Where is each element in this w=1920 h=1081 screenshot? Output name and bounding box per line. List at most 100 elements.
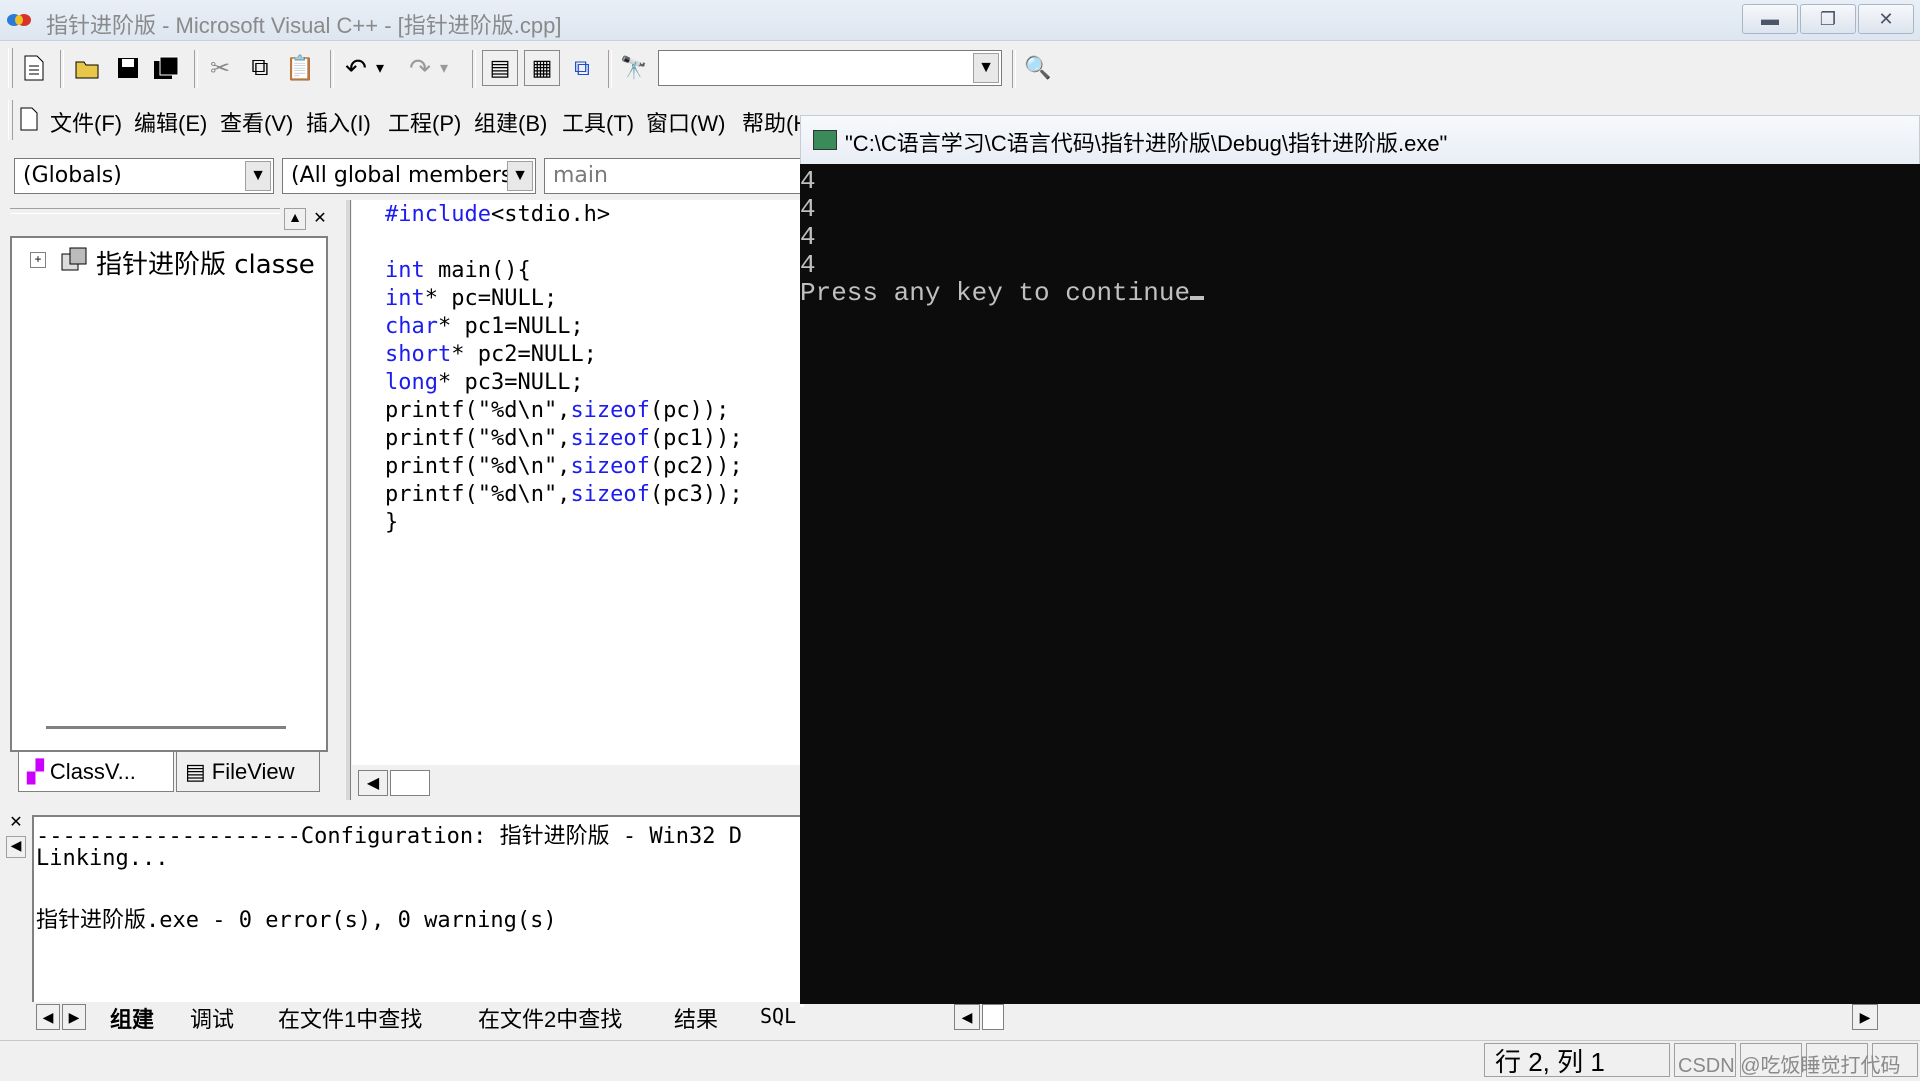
toolbar-separator — [472, 50, 476, 88]
classes-icon — [60, 246, 88, 277]
panel-maximize-button[interactable]: ▲ — [284, 208, 306, 230]
console-line-4: 4 — [800, 250, 816, 280]
menu-edit[interactable]: 编辑(E) — [134, 106, 207, 138]
paste-button[interactable]: 📋 — [282, 50, 318, 86]
workspace-button[interactable]: ▤ — [482, 50, 518, 86]
chevron-down-icon[interactable]: ▼ — [245, 161, 271, 191]
find-button[interactable]: 🔍 — [1020, 50, 1056, 86]
tab-classview-label: ClassV... — [49, 758, 136, 784]
close-icon: ✕ — [1878, 8, 1894, 29]
standard-toolbar: ✂ ⧉ 📋 ↶ ▾ ↷ ▾ ▤ ▦ ⧉ 🔭 ▼ 🔍 — [0, 44, 1920, 94]
scroll-right-icon[interactable]: ▶ — [1852, 1004, 1878, 1030]
menu-window[interactable]: 窗口(W) — [646, 106, 725, 138]
output-line-4: 指针进阶版.exe - 0 error(s), 0 warning(s) — [36, 908, 557, 933]
window-list-button[interactable]: ⧉ — [564, 50, 600, 86]
tab-build[interactable]: 组建 — [110, 1002, 154, 1032]
maximize-icon: ▲ — [288, 209, 302, 225]
save-disk-icon — [118, 58, 138, 78]
toolbar-grip[interactable] — [8, 48, 13, 88]
scroll-left-icon[interactable]: ◀ — [358, 770, 388, 796]
panel-close-button[interactable]: ✕ — [310, 208, 330, 228]
cut-button[interactable]: ✂ — [202, 50, 238, 86]
console-prompt-text: Press any key to continue — [800, 278, 1191, 308]
new-text-file-button[interactable] — [16, 50, 52, 86]
panel-grip[interactable] — [10, 208, 280, 214]
toolbar-separator — [608, 50, 612, 88]
tab-scroll-left-icon[interactable]: ◀ — [36, 1004, 60, 1030]
collapse-icon: ◀ — [10, 837, 22, 853]
redo-icon: ↷ — [409, 52, 431, 83]
output-window-button[interactable]: ▦ — [524, 50, 560, 86]
chevron-down-icon[interactable]: ▼ — [973, 53, 999, 83]
tab-sql-debugging[interactable]: SQL Debugging — [760, 1004, 800, 1028]
menu-tools[interactable]: 工具(T) — [562, 106, 634, 138]
console-app-icon — [813, 130, 837, 150]
menu-project[interactable]: 工程(P) — [388, 106, 461, 138]
code-line-10: printf("%d\n",sizeof(pc2)); — [385, 454, 743, 479]
members-combo[interactable]: (All global members ▼ — [282, 158, 536, 194]
class-view-panel: + 指针进阶版 classe — [10, 236, 328, 752]
classview-icon: ▞ — [27, 758, 44, 784]
scroll-thumb[interactable] — [390, 770, 430, 796]
scroll-left-icon[interactable]: ◀ — [954, 1004, 980, 1030]
output-scrollbar[interactable]: ◀ ▶ — [952, 1004, 1920, 1030]
find-combo[interactable]: ▼ — [658, 50, 1002, 86]
expand-icon[interactable]: + — [30, 252, 46, 268]
output-close-button[interactable]: ✕ — [6, 812, 26, 832]
code-line-11: printf("%d\n",sizeof(pc3)); — [385, 482, 743, 507]
close-icon: ✕ — [9, 814, 23, 831]
tab-find-in-files-2[interactable]: 在文件2中查找 — [478, 1002, 622, 1032]
dropdown-arrow-icon: ▾ — [439, 60, 449, 77]
chevron-down-icon[interactable]: ▼ — [507, 161, 533, 191]
scissors-icon: ✂ — [209, 54, 231, 82]
tab-classview[interactable]: ▞ ClassV... — [18, 752, 174, 792]
save-all-icon — [154, 56, 179, 79]
redo-button[interactable]: ↷ — [402, 50, 438, 86]
menu-build[interactable]: 组建(B) — [474, 106, 547, 138]
restore-button[interactable]: ❐ — [1800, 4, 1856, 34]
horizontal-scrollbar[interactable] — [46, 726, 286, 729]
code-line-1: #include<stdio.h> — [385, 202, 611, 227]
dropdown-arrow-icon: ▾ — [375, 60, 385, 77]
menu-file[interactable]: 文件(F) — [50, 106, 122, 138]
console-title: "C:\C语言学习\C语言代码\指针进阶版\Debug\指针进阶版.exe" — [845, 131, 1448, 156]
undo-button[interactable]: ↶ — [338, 50, 374, 86]
editor-scrollbar[interactable]: ◀ — [352, 768, 800, 798]
find-in-files-button[interactable]: 🔭 — [616, 50, 652, 86]
menu-insert[interactable]: 插入(I) — [306, 106, 371, 138]
save-all-button[interactable] — [148, 50, 184, 86]
scroll-thumb[interactable] — [982, 1004, 1004, 1030]
function-combo[interactable]: main — [544, 158, 800, 194]
undo-dropdown[interactable]: ▾ — [370, 50, 390, 86]
redo-dropdown[interactable]: ▾ — [434, 50, 454, 86]
tab-fileview-label: FileView — [211, 758, 295, 784]
open-button[interactable] — [70, 50, 106, 86]
close-button[interactable]: ✕ — [1858, 4, 1914, 34]
editor-border — [346, 200, 351, 800]
tab-scroll-right-icon[interactable]: ▶ — [62, 1004, 86, 1030]
new-file-icon — [24, 55, 44, 81]
minimize-icon: ▬ — [1761, 8, 1779, 29]
visual-cpp-logo-icon — [7, 14, 31, 26]
function-combo-value: main — [553, 163, 608, 188]
tab-find-in-files-1[interactable]: 在文件1中查找 — [278, 1002, 422, 1032]
toolbar-separator — [194, 50, 198, 88]
output-tabs: ◀ ▶ 组建 调试 在文件1中查找 在文件2中查找 结果 SQL Debuggi… — [30, 1002, 800, 1032]
paste-icon: 📋 — [285, 54, 315, 82]
tab-fileview[interactable]: ▤ FileView — [176, 752, 320, 792]
class-combo-value: (Globals) — [23, 163, 122, 188]
tab-results[interactable]: 结果 — [674, 1002, 718, 1032]
menu-view[interactable]: 查看(V) — [220, 106, 293, 138]
minimize-button[interactable]: ▬ — [1742, 4, 1798, 34]
fileview-icon: ▤ — [185, 758, 206, 784]
code-line-8: printf("%d\n",sizeof(pc)); — [385, 398, 730, 423]
tree-item-classes[interactable]: 指针进阶版 classe — [96, 244, 315, 281]
output-collapse-button[interactable]: ◀ — [6, 836, 26, 858]
menubar-grip[interactable] — [8, 100, 13, 140]
class-combo[interactable]: (Globals) ▼ — [14, 158, 274, 194]
copy-button[interactable]: ⧉ — [242, 50, 278, 86]
save-button[interactable] — [110, 50, 146, 86]
tab-debug[interactable]: 调试 — [190, 1002, 234, 1032]
menu-help[interactable]: 帮助(H — [742, 106, 800, 138]
undo-icon: ↶ — [345, 52, 367, 83]
